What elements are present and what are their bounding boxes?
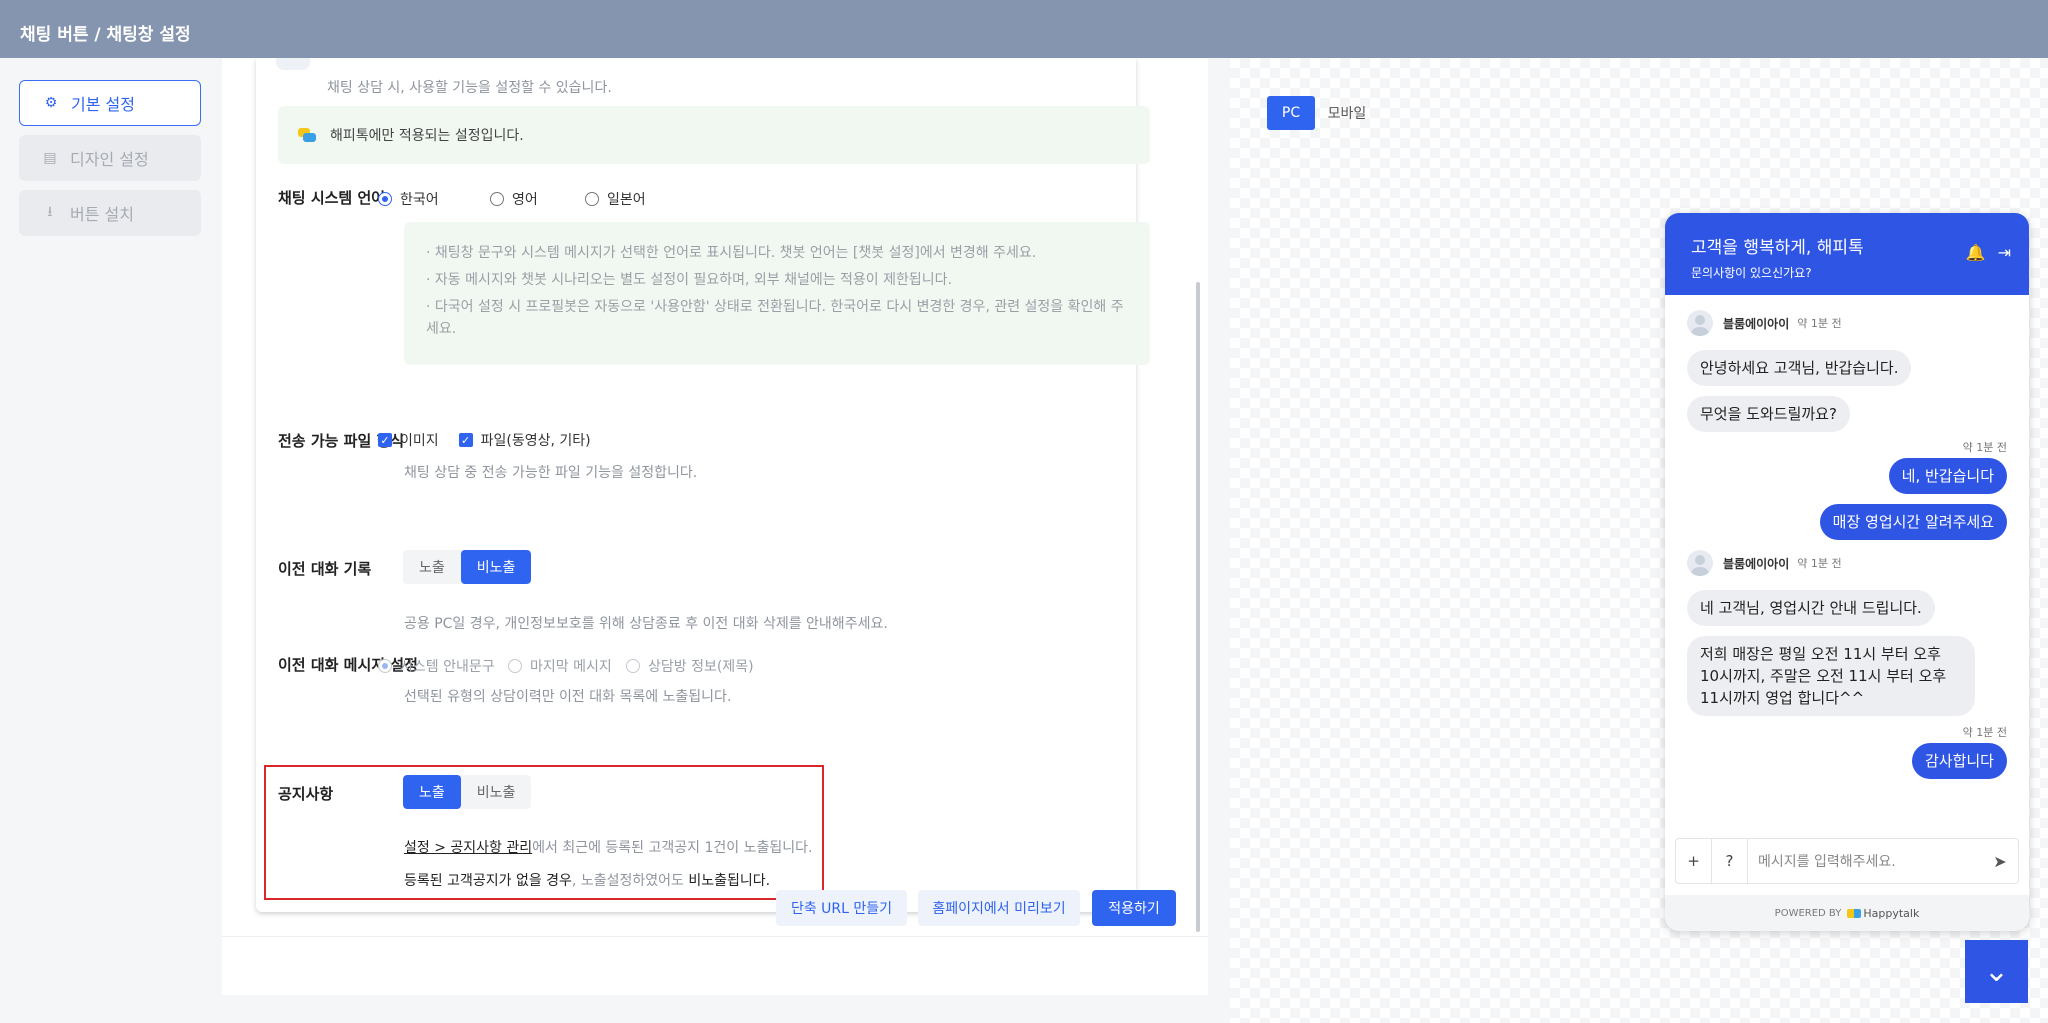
happytalk-logo-icon	[1847, 908, 1862, 918]
page-header: 채팅 버튼 / 채팅창 설정	[0, 0, 2048, 58]
notice-description-1: 설정 > 공지사항 관리에서 최근에 등록된 고객공지 1건이 노출됩니다.	[404, 840, 813, 856]
sidebar-item-button-install[interactable]: ⭳ 버튼 설치	[19, 190, 201, 236]
language-note: · 자동 메시지와 챗봇 시나리오는 별도 설정이 필요하며, 외부 채널에는 …	[426, 272, 952, 288]
chevron-down-icon: ⌄	[1983, 954, 2010, 989]
page-title: 채팅 버튼 / 채팅창 설정	[20, 25, 191, 45]
settings-panel: 채팅 상담 시, 사용할 기능을 설정할 수 있습니다. 해피톡에만 적용되는 …	[222, 58, 1208, 995]
footer-divider	[222, 936, 1208, 937]
history-hide-option[interactable]: 비노출	[460, 550, 532, 584]
sidebar-item-label: 기본 설정	[71, 95, 135, 114]
gear-icon: ⚙	[44, 95, 58, 111]
chat-message-incoming: 무엇을 도와드릴까요?	[1687, 396, 1850, 432]
chat-message-incoming: 네 고객님, 영업시간 안내 드립니다.	[1687, 590, 1935, 626]
notice-label: 공지사항	[278, 785, 334, 803]
chat-subtitle: 문의사항이 있으신가요?	[1691, 266, 1812, 280]
notice-settings-link[interactable]: 설정 > 공지사항 관리	[404, 840, 532, 856]
sidebar-item-design-settings[interactable]: ▤ 디자인 설정	[19, 135, 201, 181]
logout-icon[interactable]: ⇥	[1998, 243, 2011, 262]
help-button[interactable]: ?	[1712, 839, 1748, 883]
chat-message-outgoing: 네, 반갑습니다	[1888, 458, 2007, 494]
tab-mobile[interactable]: 모바일	[1322, 96, 1372, 130]
language-option-japanese[interactable]: 일본어	[585, 189, 646, 209]
chat-message-incoming: 안녕하세요 고객님, 반갑습니다.	[1687, 350, 1912, 386]
radio-icon	[626, 659, 640, 673]
history-msg-option-room-info[interactable]: 상담방 정보(제목)	[626, 656, 754, 676]
notice-show-option[interactable]: 노출	[403, 775, 461, 809]
hint-text: 해피톡에만 적용되는 설정입니다.	[330, 128, 524, 144]
radio-icon	[378, 192, 392, 206]
content-scrollbar[interactable]	[1196, 282, 1200, 932]
bell-icon[interactable]: 🔔	[1966, 243, 1986, 262]
radio-icon	[490, 192, 504, 206]
section-description: 채팅 상담 시, 사용할 기능을 설정할 수 있습니다.	[327, 80, 612, 96]
avatar	[1687, 310, 1713, 336]
file-type-file-checkbox[interactable]: ✓ 파일(동영상, 기타)	[458, 430, 591, 450]
chat-input-bar: + ? 메시지를 입력해주세요. ➤	[1675, 838, 2019, 884]
history-label: 이전 대화 기록	[278, 560, 372, 578]
settings-card: 채팅 상담 시, 사용할 기능을 설정할 수 있습니다. 해피톡에만 적용되는 …	[256, 58, 1150, 912]
chat-message-incoming: 저희 매장은 평일 오전 11시 부터 오후 10시까지, 주말은 오전 11시…	[1687, 636, 1975, 716]
language-option-korean[interactable]: 한국어	[378, 189, 490, 209]
notice-hide-option[interactable]: 비노출	[461, 775, 532, 809]
language-note: · 채팅창 문구와 시스템 메시지가 선택한 언어로 표시됩니다. 챗봇 언어는…	[426, 245, 1037, 261]
chat-title: 고객을 행복하게, 해피톡	[1691, 238, 1864, 258]
language-option-english[interactable]: 영어	[490, 189, 585, 209]
homepage-preview-button[interactable]: 홈페이지에서 미리보기	[918, 890, 1080, 926]
message-input[interactable]: 메시지를 입력해주세요.	[1748, 851, 1982, 871]
history-description: 공용 PC일 경우, 개인정보보호를 위해 상담종료 후 이전 대화 삭제를 안…	[404, 616, 888, 632]
chat-widget-preview: 고객을 행복하게, 해피톡 문의사항이 있으신가요? 🔔 ⇥ 블룸에이아이 약 …	[1665, 213, 2029, 931]
sidebar: ⚙ 기본 설정 ▤ 디자인 설정 ⭳ 버튼 설치	[19, 80, 201, 245]
chat-message-outgoing: 감사합니다	[1911, 743, 2007, 779]
history-toggle: 노출 비노출	[403, 550, 532, 584]
file-type-image-checkbox[interactable]: ✓ 이미지	[378, 430, 439, 450]
add-attachment-button[interactable]: +	[1676, 839, 1712, 883]
language-label: 채팅 시스템 언어	[278, 189, 386, 207]
history-msg-option-last[interactable]: 마지막 메시지	[508, 656, 626, 676]
history-message-description: 선택된 유형의 상담이력만 이전 대화 목록에 노출됩니다.	[404, 689, 732, 705]
history-show-option[interactable]: 노출	[403, 550, 461, 584]
history-msg-option-system[interactable]: 시스템 안내문구	[378, 656, 508, 676]
message-time: 약 1분 전	[1962, 441, 2007, 454]
send-icon[interactable]: ➤	[1982, 852, 2018, 871]
radio-icon	[508, 659, 522, 673]
chat-header: 고객을 행복하게, 해피톡 문의사항이 있으신가요? 🔔 ⇥	[1665, 213, 2029, 295]
radio-icon	[585, 192, 599, 206]
message-time: 약 1분 전	[1962, 726, 2007, 739]
notice-toggle: 노출 비노출	[403, 775, 532, 809]
sidebar-item-basic-settings[interactable]: ⚙ 기본 설정	[19, 80, 201, 126]
brand-name: Happytalk	[1863, 906, 1920, 920]
download-icon: ⭳	[47, 204, 53, 220]
file-types-group: ✓ 이미지 ✓ 파일(동영상, 기타)	[378, 430, 591, 450]
agent-name: 블룸에이아이	[1723, 316, 1790, 331]
avatar	[1687, 550, 1713, 576]
hint-banner: 해피톡에만 적용되는 설정입니다.	[278, 106, 1150, 164]
short-url-button[interactable]: 단축 URL 만들기	[776, 890, 907, 926]
agent-info: 블룸에이아이 약 1분 전	[1687, 550, 1842, 576]
powered-by-footer: POWERED BY Happytalk	[1665, 895, 2029, 931]
chat-message-outgoing: 매장 영업시간 알려주세요	[1819, 504, 2007, 540]
language-radio-group: 한국어 영어 일본어	[378, 189, 646, 209]
document-icon: ▤	[43, 150, 57, 166]
message-time: 약 1분 전	[1797, 557, 1842, 570]
tab-pc[interactable]: PC	[1267, 96, 1315, 130]
language-note: · 다국어 설정 시 프로필봇은 자동으로 '사용안함' 상태로 전환됩니다. …	[426, 299, 1124, 337]
radio-icon	[378, 659, 392, 673]
apply-button[interactable]: 적용하기	[1092, 890, 1176, 926]
section-icon	[276, 58, 310, 70]
happytalk-logo-icon	[298, 128, 316, 142]
file-types-description: 채팅 상담 중 전송 가능한 파일 기능을 설정합니다.	[404, 465, 698, 481]
agent-info: 블룸에이아이 약 1분 전	[1687, 310, 1842, 336]
history-message-radio-group: 시스템 안내문구 마지막 메시지 상담방 정보(제목)	[378, 656, 754, 676]
language-notes: · 채팅창 문구와 시스템 메시지가 선택한 언어로 표시됩니다. 챗봇 언어는…	[404, 222, 1150, 365]
notice-description-2: 등록된 고객공지가 없을 경우, 노출설정하였어도 비노출됩니다.	[404, 873, 771, 889]
sidebar-item-label: 디자인 설정	[70, 150, 149, 169]
agent-name: 블룸에이아이	[1723, 556, 1790, 571]
message-time: 약 1분 전	[1797, 317, 1842, 330]
checkbox-icon: ✓	[378, 433, 392, 447]
sidebar-item-label: 버튼 설치	[70, 205, 134, 224]
chat-toggle-button[interactable]: ⌄	[1965, 940, 2028, 1003]
checkbox-icon: ✓	[458, 433, 473, 447]
